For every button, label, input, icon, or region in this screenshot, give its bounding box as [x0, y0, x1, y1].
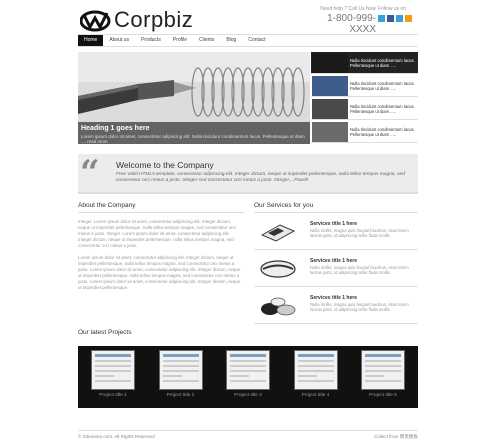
copyright-text: © Sitename.com. All Rights Reserved — [78, 434, 155, 439]
nav-item-clients[interactable]: Clients — [193, 35, 220, 46]
project-thumbnail — [158, 350, 203, 390]
project-title: Project title 2 — [166, 393, 195, 398]
stones-icon — [261, 297, 296, 316]
slider-thumbnail[interactable]: Nulla tincidunt condimentum lacus. Pelle… — [311, 121, 418, 143]
nav-item-blog[interactable]: Blog — [220, 35, 242, 46]
nav-item-profile[interactable]: Profile — [167, 35, 193, 46]
rss-icon[interactable] — [405, 15, 412, 22]
quote-icon: “ — [80, 153, 100, 193]
service-item[interactable]: Services title 1 here Nulla mollis, magn… — [254, 291, 418, 324]
welcome-box: “ Welcome to the Company Free Valid HTML… — [78, 154, 418, 194]
follow-label: Follow us on — [378, 6, 407, 12]
slider-thumbnail[interactable]: Nulla tincidunt condimentum lacus. Pelle… — [311, 52, 418, 74]
nav-item-products[interactable]: Products — [135, 35, 167, 46]
service-title: Services title 1 here — [310, 221, 357, 227]
thumbnail-image — [312, 75, 348, 96]
logo-text: Corpbiz — [114, 7, 194, 32]
welcome-text: Free Valid HTML5 template, consectetur a… — [116, 172, 405, 183]
slider-thumbnail[interactable]: Nulla tincidunt condimentum lacus. Pelle… — [311, 75, 418, 97]
thumbnail-image — [312, 121, 348, 142]
about-paragraph-1: Integer. Lorem ipsum dolor sit amet, con… — [78, 219, 236, 248]
slider-thumbnail[interactable]: Nulla tincidunt condimentum lacus. Pelle… — [311, 98, 418, 120]
project-thumbnail — [226, 350, 270, 390]
project-title: Project title 3 — [234, 393, 262, 398]
project-title: Project title 5 — [369, 393, 397, 398]
project-title: Project title 1 — [99, 393, 127, 398]
about-paragraph-2: Lorem ipsum dolor sit amet, consectetur … — [78, 255, 241, 290]
service-title: Services title 1 here — [310, 295, 357, 301]
about-section: About the Company Integer. Lorem ipsum d… — [78, 202, 244, 291]
phone-number: 1-800-999-XXXX — [327, 13, 376, 35]
services-section: Our Services for you Services title 1 he… — [254, 202, 418, 324]
social-icons — [378, 15, 418, 22]
thumbnail-text: Nulla tincidunt condimentum lacus. Pelle… — [350, 103, 415, 114]
project-thumbnail — [361, 350, 405, 390]
header: Corpbiz Need help ? Call Us Now 1-800-99… — [78, 4, 418, 35]
service-text: Nulla mollis, magna quis feugiat faucibu… — [310, 265, 409, 276]
footer: © Sitename.com. All Rights Reserved Coll… — [78, 430, 418, 440]
logo[interactable]: Corpbiz — [80, 6, 230, 34]
call-label: Need help ? Call Us Now — [320, 6, 376, 12]
image-slider[interactable]: Heading 1 goes here Lorem ipsum dolor si… — [78, 52, 310, 144]
call-box: Need help ? Call Us Now 1-800-999-XXXX — [306, 6, 376, 35]
nav-item-home[interactable]: Home — [78, 35, 104, 46]
service-text: Nulla mollis, magna quis feugiat faucibu… — [310, 302, 409, 313]
about-title: About the Company — [78, 202, 244, 213]
service-title: Services title 1 here — [310, 258, 357, 264]
project-card[interactable]: Project title 4 — [288, 350, 344, 404]
main-nav: Home About us Products Profile Clients Blog Co… — [78, 34, 418, 47]
facebook-icon[interactable] — [387, 15, 394, 22]
service-item[interactable]: Services title 1 here Nulla mollis, magn… — [254, 254, 418, 287]
project-title: Project title 4 — [301, 393, 330, 398]
slider-text: Lorem ipsum dolor sit amet, consectetur … — [81, 134, 305, 144]
thumbnail-image — [312, 98, 348, 119]
welcome-title: Welcome to the Company — [116, 160, 214, 170]
service-text: Nulla mollis, magna quis feugiat faucibu… — [310, 228, 409, 239]
floppy-disk-icon — [260, 224, 296, 242]
service-item[interactable]: Services title 1 here Nulla mollis, magn… — [254, 217, 418, 250]
follow-box: Follow us on — [378, 6, 418, 22]
project-card[interactable]: Project title 5 — [355, 350, 411, 404]
thumbnail-image — [312, 52, 348, 73]
linkedin-icon[interactable] — [396, 15, 403, 22]
project-thumbnail — [293, 350, 338, 390]
project-card[interactable]: Project title 1 — [85, 350, 141, 404]
nav-item-about-us[interactable]: About us — [103, 35, 135, 46]
thumbnail-text: Nulla tincidunt condimentum lacus. Pelle… — [350, 57, 415, 68]
slider-thumbnails: Nulla tincidunt condimentum lacus. Pelle… — [311, 52, 418, 144]
slider-caption: Heading 1 goes here Lorem ipsum dolor si… — [78, 122, 310, 144]
page: Corpbiz Need help ? Call Us Now 1-800-99… — [78, 0, 418, 447]
slider-heading: Heading 1 goes here — [81, 125, 150, 132]
footer-credit[interactable]: Collect from 网页模板 — [374, 434, 418, 440]
latest-projects-section: Our latest Projects Project title 1 Proje… — [78, 329, 418, 408]
mouse-icon — [260, 260, 296, 278]
project-thumbnail — [91, 350, 135, 390]
logo-icon — [80, 10, 111, 32]
twitter-icon[interactable] — [378, 15, 385, 22]
thumbnail-text: Nulla tincidunt condimentum lacus. Pelle… — [350, 126, 415, 137]
thumbnail-text: Nulla tincidunt condimentum lacus. Pelle… — [350, 80, 415, 91]
project-card[interactable]: Project title 2 — [153, 350, 209, 404]
services-title: Our Services for you — [254, 202, 418, 213]
projects-strip: Project title 1 Project title 2 Project ti… — [78, 346, 418, 408]
project-card[interactable]: Project title 3 — [220, 350, 276, 404]
latest-projects-title: Our latest Projects — [78, 329, 132, 336]
nav-item-contact[interactable]: Contact — [242, 35, 271, 46]
